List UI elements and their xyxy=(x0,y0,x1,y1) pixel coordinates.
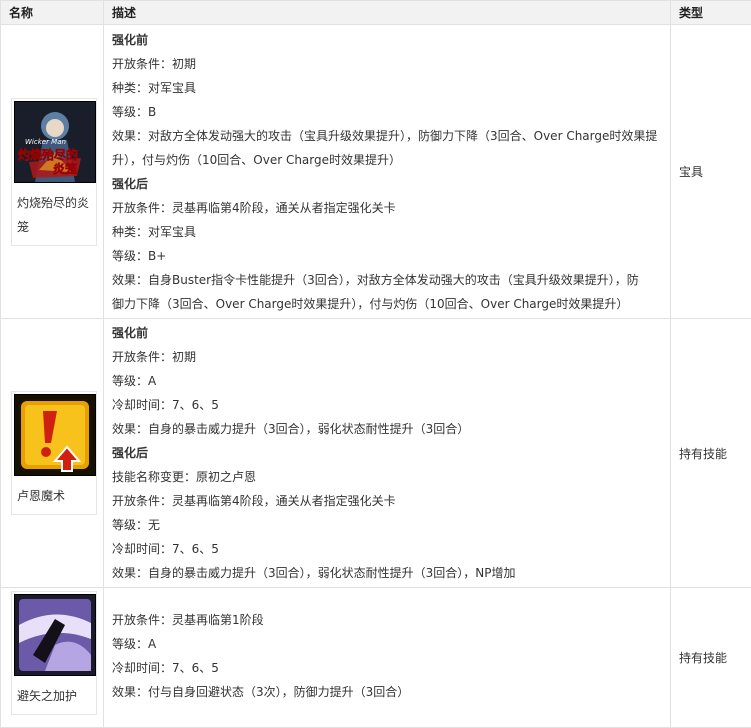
desc-line: 冷却时间：7、6、5 xyxy=(112,537,662,561)
header-name: 名称 xyxy=(1,1,104,25)
desc-line: 技能名称变更：原初之卢恩 xyxy=(112,465,662,489)
table-row: Wicker Man 灼烧殆尽的 炎笼 灼烧殆尽的炎笼 强化前开放条件：初期种类… xyxy=(1,25,751,319)
desc-line: 效果：自身的暴击威力提升（3回合），弱化状态耐性提升（3回合） xyxy=(112,417,662,441)
evasion-icon xyxy=(14,594,96,676)
header-desc: 描述 xyxy=(104,1,671,25)
np-card[interactable]: Wicker Man 灼烧殆尽的 炎笼 灼烧殆尽的炎笼 xyxy=(11,98,97,246)
desc-line: 效果：自身的暴击威力提升（3回合），弱化状态耐性提升（3回合），NP增加 xyxy=(112,561,662,585)
desc-line: 冷却时间：7、6、5 xyxy=(112,393,662,417)
type-cell: 持有技能 xyxy=(671,588,751,728)
desc-line: 开放条件：灵基再临第4阶段，通关从者指定强化关卡 xyxy=(112,196,662,220)
desc-line: 等级：无 xyxy=(112,513,662,537)
desc-line: 效果：自身Buster指令卡性能提升（3回合），对敌方全体发动强大的攻击（宝具升… xyxy=(112,268,662,292)
desc-line: 开放条件：初期 xyxy=(112,345,662,369)
desc-cell: 强化前开放条件：初期种类：对军宝具等级：B效果：对敌方全体发动强大的攻击（宝具升… xyxy=(104,25,671,319)
type-cell: 持有技能 xyxy=(671,319,751,588)
desc-lines: 强化前开放条件：初期等级：A冷却时间：7、6、5效果：自身的暴击威力提升（3回合… xyxy=(112,321,662,585)
desc-cell: 强化前开放条件：初期等级：A冷却时间：7、6、5效果：自身的暴击威力提升（3回合… xyxy=(104,319,671,588)
crit-up-icon xyxy=(14,394,96,476)
desc-line: 冷却时间：7、6、5 xyxy=(112,656,662,680)
skill-card[interactable]: 避矢之加护 xyxy=(11,591,97,715)
skill-name[interactable]: 卢恩魔术 xyxy=(12,478,96,514)
skill-name[interactable]: 避矢之加护 xyxy=(12,678,96,714)
np-name[interactable]: 灼烧殆尽的炎笼 xyxy=(12,185,96,245)
servant-skill-table: 名称 描述 类型 Wic xyxy=(0,0,751,728)
desc-line: 等级：A xyxy=(112,369,662,393)
desc-lines: 开放条件：灵基再临第1阶段等级：A冷却时间：7、6、5效果：付与自身回避状态（3… xyxy=(112,608,662,704)
np-logo-text-a: Wicker Man xyxy=(25,138,66,146)
desc-line: 效果：付与自身回避状态（3次），防御力提升（3回合） xyxy=(112,680,662,704)
type-cell: 宝具 xyxy=(671,25,751,319)
desc-line: 等级：A xyxy=(112,632,662,656)
header-type: 类型 xyxy=(671,1,751,25)
desc-line: 御力下降（3回合、Over Charge时效果提升），付与灼伤（10回合、Ove… xyxy=(112,292,662,316)
desc-line: 开放条件：灵基再临第1阶段 xyxy=(112,608,662,632)
section-heading: 强化前 xyxy=(112,28,662,52)
desc-line: 等级：B xyxy=(112,100,662,124)
desc-line: 种类：对军宝具 xyxy=(112,76,662,100)
table-header-row: 名称 描述 类型 xyxy=(1,1,751,25)
desc-line: 等级：B+ xyxy=(112,244,662,268)
name-cell: 卢恩魔术 xyxy=(1,319,104,588)
desc-line: 升），付与灼伤（10回合、Over Charge时效果提升） xyxy=(112,148,662,172)
desc-line: 开放条件：初期 xyxy=(112,52,662,76)
skill-art xyxy=(15,395,95,475)
np-logo-text-c: 炎笼 xyxy=(53,160,77,177)
name-cell: 避矢之加护 xyxy=(1,588,104,728)
section-heading: 强化后 xyxy=(112,172,662,196)
table-row: 避矢之加护 开放条件：灵基再临第1阶段等级：A冷却时间：7、6、5效果：付与自身… xyxy=(1,588,751,728)
skill-art xyxy=(15,595,95,675)
desc-line: 开放条件：灵基再临第4阶段，通关从者指定强化关卡 xyxy=(112,489,662,513)
name-cell: Wicker Man 灼烧殆尽的 炎笼 灼烧殆尽的炎笼 xyxy=(1,25,104,319)
desc-lines: 强化前开放条件：初期种类：对军宝具等级：B效果：对敌方全体发动强大的攻击（宝具升… xyxy=(112,28,662,316)
desc-cell: 开放条件：灵基再临第1阶段等级：A冷却时间：7、6、5效果：付与自身回避状态（3… xyxy=(104,588,671,728)
section-heading: 强化前 xyxy=(112,321,662,345)
desc-line: 种类：对军宝具 xyxy=(112,220,662,244)
table-row: 卢恩魔术 强化前开放条件：初期等级：A冷却时间：7、6、5效果：自身的暴击威力提… xyxy=(1,319,751,588)
section-heading: 强化后 xyxy=(112,441,662,465)
desc-line: 效果：对敌方全体发动强大的攻击（宝具升级效果提升），防御力下降（3回合、Over… xyxy=(112,124,662,148)
skill-card[interactable]: 卢恩魔术 xyxy=(11,391,97,515)
wicker-man-icon: Wicker Man 灼烧殆尽的 炎笼 xyxy=(14,101,96,183)
